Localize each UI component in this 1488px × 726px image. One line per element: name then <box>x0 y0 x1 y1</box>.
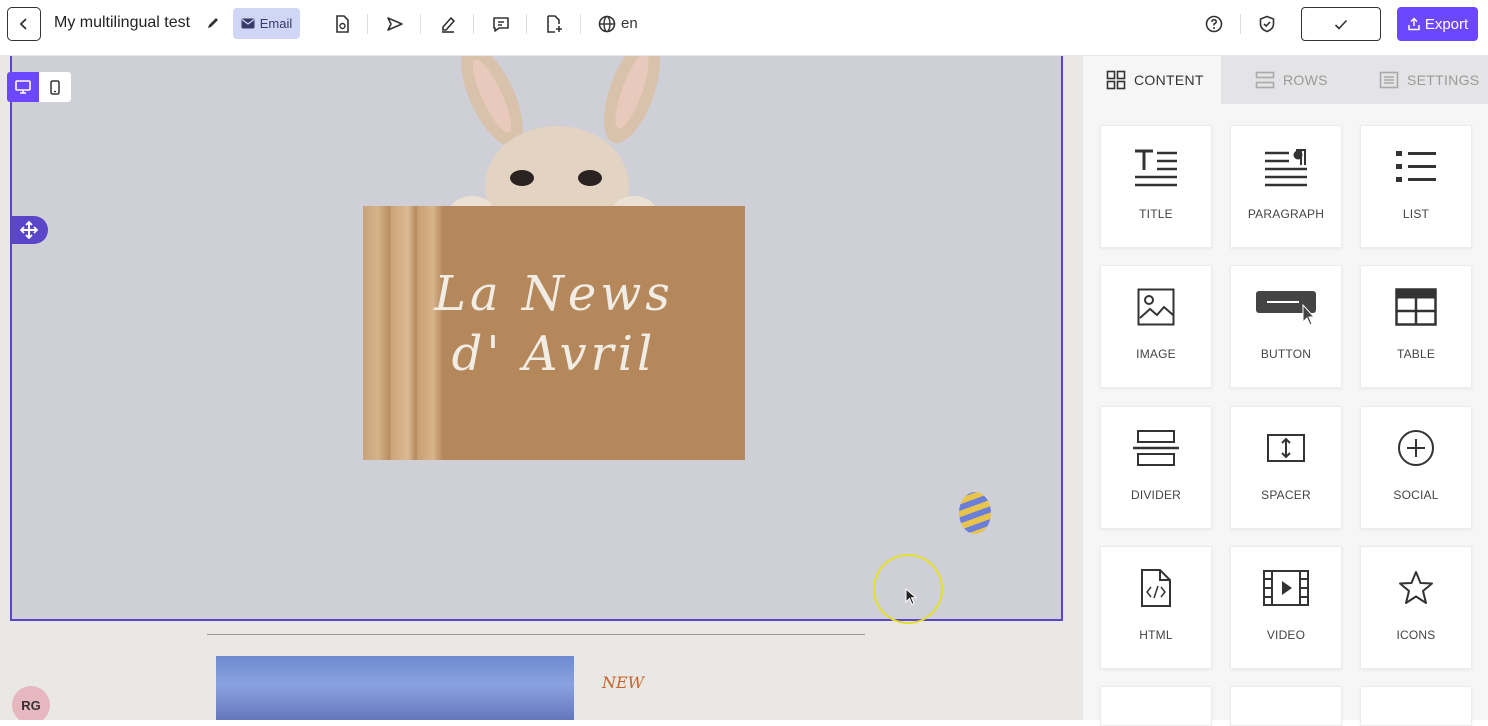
tile-image[interactable]: IMAGE <box>1100 265 1212 388</box>
tile-title[interactable]: TITLE <box>1100 125 1212 248</box>
tile-button[interactable]: BUTTON <box>1230 265 1342 388</box>
spacer-icon <box>1267 434 1305 462</box>
tile-label: BUTTON <box>1260 347 1312 361</box>
content-divider <box>207 634 865 635</box>
tile-icons[interactable]: ICONS <box>1360 546 1472 669</box>
back-button[interactable] <box>7 7 41 41</box>
tile-label: IMAGE <box>1136 347 1176 361</box>
add-page-icon[interactable] <box>544 14 564 34</box>
easter-egg-decoration <box>959 492 991 534</box>
settings-icon <box>1379 71 1399 89</box>
tile-social[interactable]: SOCIAL <box>1360 406 1472 529</box>
table-icon <box>1395 288 1437 326</box>
language-selector[interactable]: en <box>621 15 638 32</box>
chevron-left-icon <box>19 18 27 30</box>
email-mode-chip[interactable]: Email <box>233 8 300 39</box>
tile-label: SOCIAL <box>1393 488 1439 502</box>
sign-line-2: d' Avril <box>451 326 657 382</box>
tile-video[interactable]: VIDEO <box>1230 546 1342 669</box>
tab-label: CONTENT <box>1134 72 1204 88</box>
toolbar-divider <box>420 14 421 34</box>
upload-icon <box>1408 17 1420 31</box>
wood-sign-image[interactable]: La News d' Avril <box>363 206 745 460</box>
mobile-icon <box>50 79 60 95</box>
tile-partial[interactable] <box>1230 686 1342 726</box>
tile-paragraph[interactable]: PARAGRAPH <box>1230 125 1342 248</box>
check-icon <box>1334 19 1348 30</box>
title-icon <box>1135 149 1177 187</box>
tile-list[interactable]: LIST <box>1360 125 1472 248</box>
tile-partial[interactable] <box>1100 686 1212 726</box>
help-icon[interactable] <box>1204 14 1224 34</box>
export-button[interactable]: Export <box>1397 7 1478 41</box>
comment-icon[interactable] <box>491 14 511 34</box>
move-icon <box>20 221 38 239</box>
row-move-handle[interactable] <box>10 216 48 244</box>
tile-label: VIDEO <box>1266 628 1306 642</box>
toolbar-divider <box>1240 14 1241 34</box>
divider-icon <box>1133 430 1179 466</box>
tab-content[interactable]: CONTENT <box>1084 56 1221 104</box>
social-icon <box>1398 430 1434 466</box>
tab-label: ROWS <box>1283 72 1328 88</box>
toolbar-divider <box>526 14 527 34</box>
shield-check-icon[interactable] <box>1257 14 1277 34</box>
export-label: Export <box>1424 15 1469 33</box>
email-label: Email <box>259 16 293 31</box>
document-title[interactable]: My multilingual test <box>54 14 190 32</box>
html-icon <box>1141 569 1171 607</box>
send-icon[interactable] <box>385 14 405 34</box>
list-icon <box>1396 151 1436 182</box>
email-canvas[interactable]: La News d' Avril NEW RG <box>0 56 1082 720</box>
tile-label: DIVIDER <box>1130 488 1182 502</box>
confirm-button[interactable] <box>1301 7 1381 41</box>
bunny-illustration <box>450 56 660 226</box>
desktop-icon <box>15 80 31 94</box>
mail-icon <box>241 18 255 29</box>
rows-icon <box>1255 71 1275 89</box>
mouse-pointer-icon <box>905 588 917 606</box>
tab-label: SETTINGS <box>1407 72 1480 88</box>
tile-label: PARAGRAPH <box>1247 207 1325 221</box>
tile-html[interactable]: HTML <box>1100 546 1212 669</box>
video-icon <box>1263 570 1309 606</box>
new-label[interactable]: NEW <box>602 673 644 692</box>
grid-icon <box>1106 70 1126 90</box>
top-toolbar: My multilingual test Email en Export <box>0 0 1488 56</box>
tile-label: HTML <box>1139 628 1173 642</box>
toolbar-divider <box>367 14 368 34</box>
device-toggle <box>7 72 71 102</box>
toolbar-divider <box>580 14 581 34</box>
tile-divider[interactable]: DIVIDER <box>1100 406 1212 529</box>
desktop-view-button[interactable] <box>7 72 39 102</box>
preview-file-icon[interactable] <box>332 14 352 34</box>
tile-label: SPACER <box>1261 488 1311 502</box>
image-icon <box>1137 288 1175 326</box>
button-icon <box>1256 291 1316 326</box>
tile-partial[interactable] <box>1360 686 1472 726</box>
easter-eggs-image[interactable] <box>216 656 574 720</box>
hero-row-selected[interactable]: La News d' Avril <box>10 56 1063 621</box>
right-panel: CONTENT ROWS SETTINGS TITLE PARAGRAPH LI… <box>1082 56 1488 726</box>
edit-title-icon[interactable] <box>206 16 220 30</box>
mobile-view-button[interactable] <box>39 72 71 102</box>
highlighter-icon[interactable] <box>438 14 458 34</box>
tile-label: ICONS <box>1396 628 1436 642</box>
tile-label: TABLE <box>1396 347 1436 361</box>
tile-label: TITLE <box>1139 207 1173 221</box>
toolbar-divider <box>473 14 474 34</box>
sign-line-1: La News <box>434 266 674 322</box>
tile-spacer[interactable]: SPACER <box>1230 406 1342 529</box>
paragraph-icon <box>1265 149 1307 187</box>
star-icon <box>1399 571 1433 604</box>
globe-icon[interactable] <box>597 14 617 34</box>
tab-settings[interactable]: SETTINGS <box>1357 56 1488 104</box>
tab-rows[interactable]: ROWS <box>1221 56 1357 104</box>
tile-label: LIST <box>1402 207 1430 221</box>
user-avatar[interactable]: RG <box>12 686 50 720</box>
tile-table[interactable]: TABLE <box>1360 265 1472 388</box>
